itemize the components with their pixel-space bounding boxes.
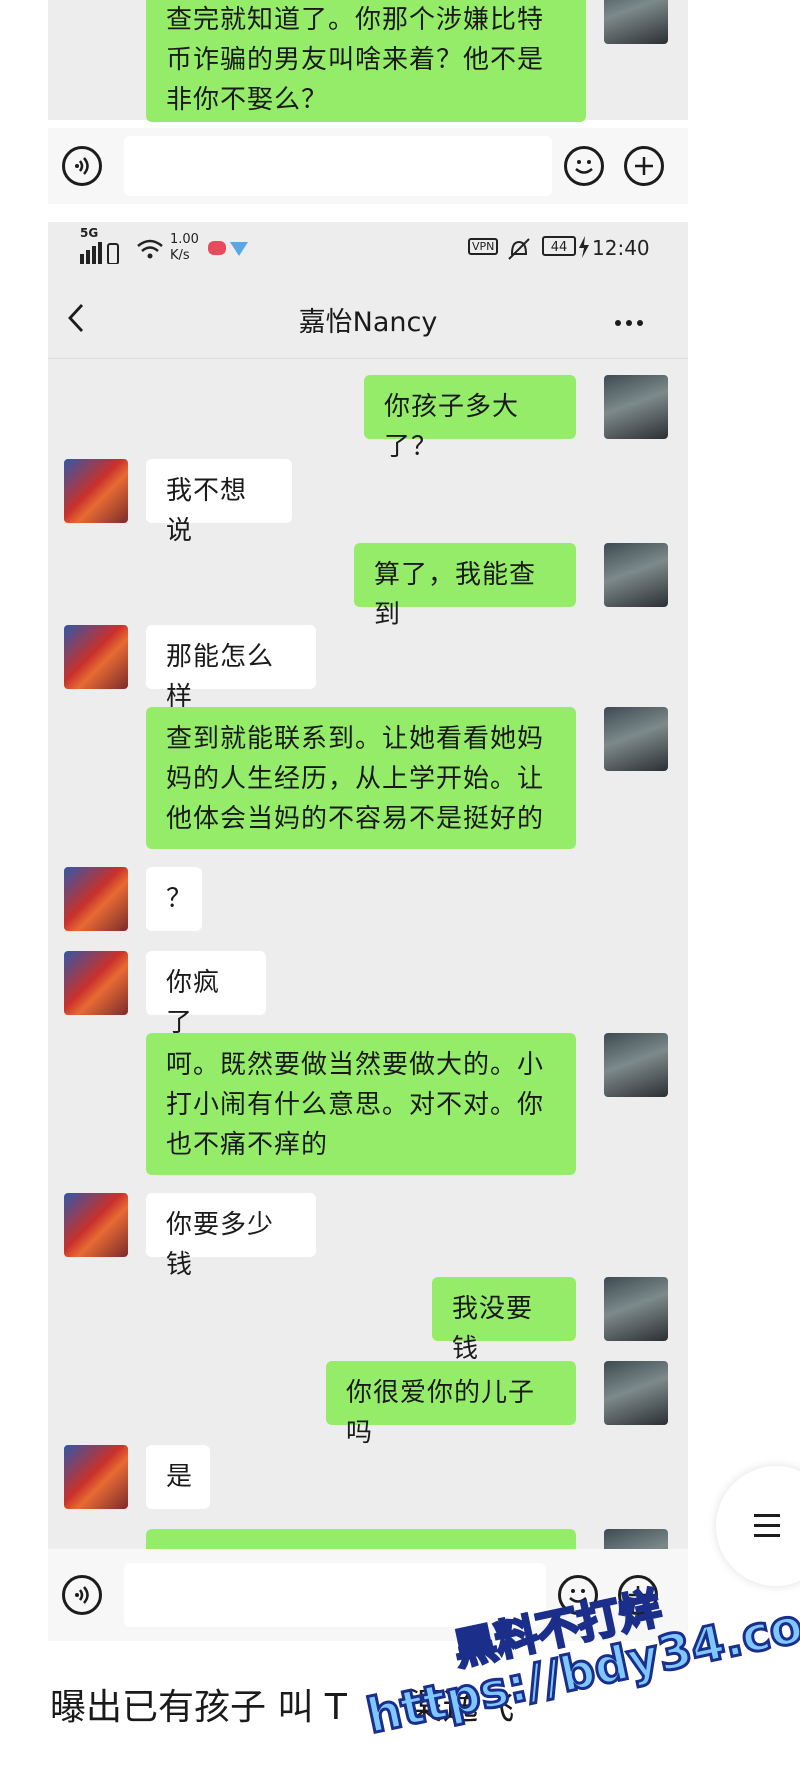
message-bubble-previous: 查完就知道了。你那个涉嫌比特币诈骗的男友叫啥来着？他不是非你不娶么？ [146,0,586,122]
caption-text: 曝出已有孩子 叫 T [50,1687,347,1728]
message-bubble: 算了，我能查到 [354,543,576,630]
message-bubble: 我不想说 [146,459,292,546]
my-avatar[interactable] [604,543,668,607]
message-bubble: ？ [146,867,202,931]
signal-label: 5G [80,226,99,240]
status-bar: 5G 1.00 K/s VPN 44 12:40 [48,222,688,278]
message-bubble: 那能怎么样 [146,625,316,712]
signal-icon [80,242,128,269]
wifi-icon [136,238,164,265]
message-bubble: 呵。既然要做当然要做大的。小打小闹有什么意思。对不对。你也不痛不痒的 [146,1033,576,1175]
my-avatar[interactable] [604,1033,668,1097]
chat-header: 嘉怡Nancy [48,278,688,359]
floating-menu-button[interactable] [716,1466,800,1586]
app-notification-icon [208,238,252,265]
message-bubble-partial [146,1529,576,1549]
more-options-icon[interactable] [614,312,644,331]
message-bubble: 查到就能联系到。让她看看她妈妈的人生经历，从上学开始。让他体会当妈的不容易不是挺… [146,707,576,849]
clock: 12:40 [592,236,650,260]
contact-avatar[interactable] [64,1445,128,1509]
battery-icon: 44 [542,236,576,256]
top-chat-fragment: 查完就知道了。你那个涉嫌比特币诈骗的男友叫啥来着？他不是非你不娶么？ [48,0,688,122]
battery-level: 44 [550,240,568,255]
my-avatar[interactable] [604,0,668,44]
contact-avatar[interactable] [64,625,128,689]
message-bubble: 你孩子多大了？ [364,375,576,462]
charging-icon [578,236,590,263]
chat-title: 嘉怡Nancy [298,307,438,338]
speed-unit: K/s [170,248,190,263]
voice-icon[interactable] [62,146,102,186]
hamburger-icon [754,1514,780,1542]
message-bubble: 是 [146,1445,210,1509]
contact-avatar[interactable] [64,1193,128,1257]
my-avatar[interactable] [604,375,668,439]
message-bubble: 我没要钱 [432,1277,576,1364]
plus-icon[interactable] [624,146,664,186]
message-bubble: 你很爱你的儿子吗 [326,1361,576,1448]
chat-area: 你孩子多大了？ 我不想说 算了，我能查到 那能怎么样 查到就能联系到。让她看看她… [48,359,688,1549]
emoji-icon[interactable] [564,146,604,186]
vpn-icon: VPN [468,238,499,255]
contact-avatar[interactable] [64,867,128,931]
alarm-muted-icon [506,236,532,267]
message-bubble: 你疯了 [146,951,266,1038]
message-bubble: 你要多少钱 [146,1193,316,1280]
my-avatar[interactable] [604,1529,668,1549]
my-avatar[interactable] [604,1361,668,1425]
contact-avatar[interactable] [64,459,128,523]
voice-icon[interactable] [62,1575,102,1615]
my-avatar[interactable] [604,707,668,771]
contact-avatar[interactable] [64,951,128,1015]
message-input-top[interactable] [124,136,552,196]
my-avatar[interactable] [604,1277,668,1341]
input-bar-top [48,128,688,204]
speed-value: 1.00 [170,232,199,247]
